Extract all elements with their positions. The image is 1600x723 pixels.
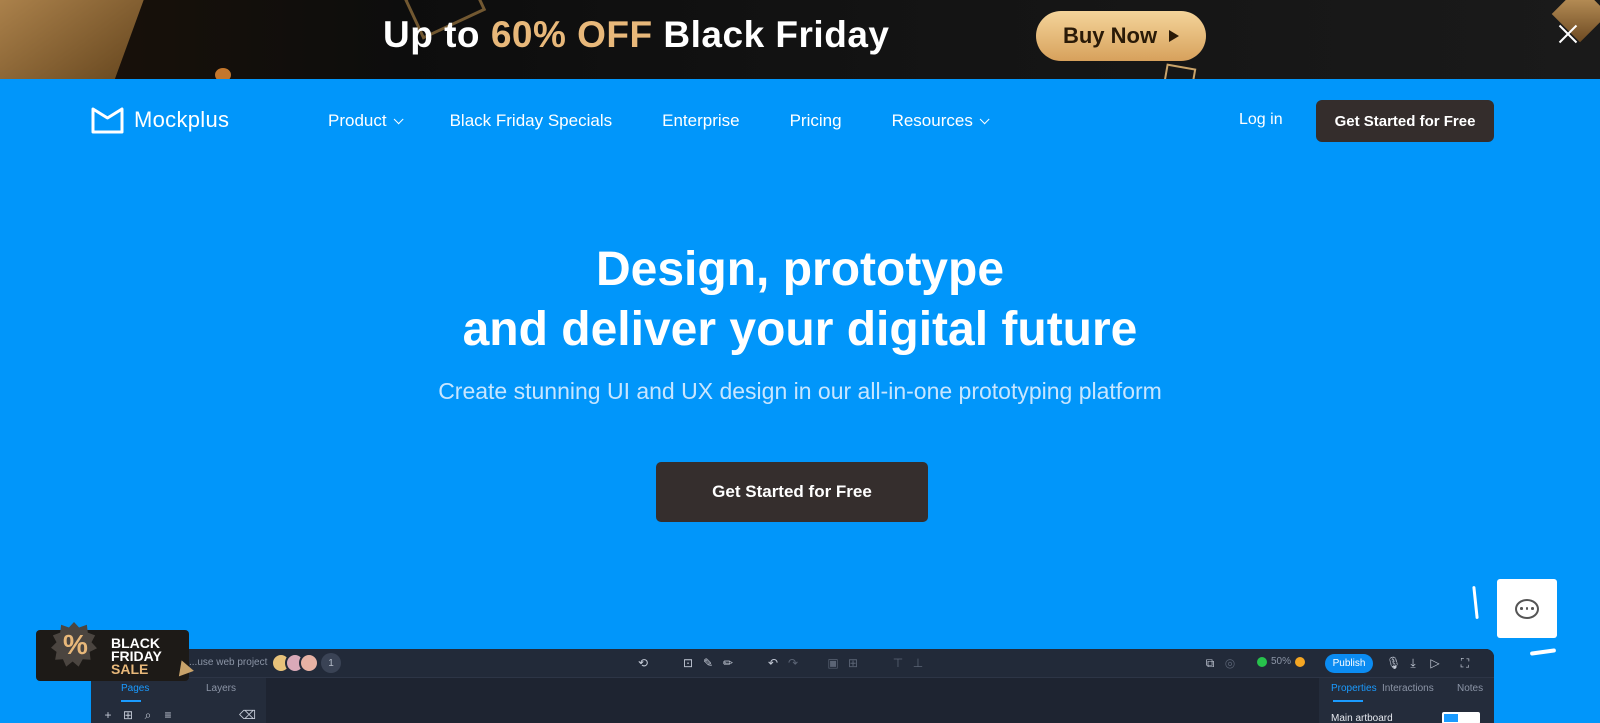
group-icon: ▣	[827, 656, 839, 670]
pen-icon: ✎	[702, 656, 714, 670]
editor-left-panel: Pages Layers + ⊞ ⌕ ≡ ⌫	[91, 678, 266, 723]
chat-icon	[1515, 598, 1539, 619]
nav-item-label: Black Friday Specials	[449, 111, 613, 130]
buy-now-label: Buy Now	[1062, 23, 1158, 48]
decorative-gold-shape	[0, 0, 148, 79]
delete-icon: ⌫	[239, 708, 256, 722]
decorative-line	[1529, 648, 1557, 656]
tab-layers: Layers	[206, 683, 237, 694]
logo[interactable]: Mockplus	[91, 105, 229, 135]
nav-item-product[interactable]: Product	[328, 111, 404, 131]
hero-title-line2: and deliver your digital future	[462, 303, 1138, 356]
promo-text-suffix: Black Friday	[652, 14, 890, 55]
nav-item-label: Pricing	[789, 111, 842, 130]
hero-subtitle: Create stunning UI and UX design in our …	[438, 378, 1162, 404]
decorative-line	[1472, 585, 1479, 620]
align-top-icon: ⊤	[892, 656, 904, 670]
percent-icon: %	[63, 629, 88, 660]
nav-item-label: Resources	[891, 111, 973, 130]
nav-item-enterprise[interactable]: Enterprise	[662, 111, 739, 131]
zoom-in-icon	[1295, 656, 1306, 667]
play-icon: ▷	[1430, 656, 1440, 670]
nav-get-started-button[interactable]: Get Started for Free	[1316, 100, 1494, 142]
main-nav: Mockplus Product Black Friday Specials E…	[0, 79, 1600, 164]
buy-now-button[interactable]: Buy Now	[1036, 11, 1206, 61]
publish-button: Publish	[1325, 654, 1373, 673]
avatar	[299, 653, 319, 673]
promo-banner[interactable]: Up to 60% OFF Black Friday Buy Now	[0, 0, 1600, 79]
nav-item-resources[interactable]: Resources	[891, 111, 990, 131]
nav-item-pricing[interactable]: Pricing	[790, 111, 842, 131]
promo-headline: Up to 60% OFF Black Friday	[383, 14, 889, 56]
artboard-toggle	[1442, 712, 1480, 723]
pencil-icon: ✏	[722, 656, 734, 670]
settings-icon: ◎	[1224, 656, 1236, 670]
hero-title: Design, prototype and deliver your digit…	[0, 240, 1600, 360]
add-folder-icon: ⊞	[122, 708, 134, 722]
collaborator-avatars: 1	[271, 653, 341, 673]
zoom-out-icon	[1257, 656, 1267, 667]
close-icon[interactable]	[1556, 22, 1580, 46]
decorative-gold-dot	[215, 68, 231, 79]
logo-text: Mockplus	[134, 107, 230, 132]
zoom-level: 50%	[1271, 656, 1292, 667]
tab-pages: Pages	[121, 683, 150, 694]
black-friday-sale-badge[interactable]: % BLACK FRIDAY SALE	[36, 622, 194, 681]
add-component-icon: ⊡	[682, 656, 694, 670]
chevron-down-icon	[393, 113, 404, 124]
promo-text-highlight: 60% OFF	[490, 14, 653, 55]
align-bottom-icon: ⊥	[912, 656, 924, 670]
zoom-control: 50%	[1257, 656, 1306, 667]
collaborator-count: 1	[321, 653, 341, 673]
nav-item-black-friday-specials[interactable]: Black Friday Specials	[450, 111, 613, 131]
editor-toolbar: ...use web project 1 ⟲ ⊡ ✎ ✏ ↶ ↷ ▣ ⊞ ⊤ ⊥…	[91, 649, 1494, 678]
redo-icon: ↷	[787, 656, 799, 670]
editor-right-panel: Properties Interactions Notes Main artbo…	[1319, 678, 1494, 723]
device-icon: ⧉	[1205, 656, 1215, 670]
play-icon	[1169, 30, 1180, 42]
tab-notes: Notes	[1457, 683, 1484, 694]
project-name: ...use web project	[189, 657, 268, 668]
artboard-label: Main artboard	[1331, 713, 1393, 723]
link-icon: ⟲	[637, 656, 649, 670]
hero-get-started-button[interactable]: Get Started for Free	[656, 462, 928, 522]
badge-text: BLACK FRIDAY SALE	[111, 636, 162, 677]
nav-item-label: Enterprise	[662, 111, 740, 130]
chevron-down-icon	[979, 113, 990, 124]
add-icon: +	[104, 708, 112, 722]
list-icon: ≡	[164, 708, 172, 722]
ungroup-icon: ⊞	[847, 656, 859, 670]
promo-text-prefix: Up to	[383, 14, 491, 55]
download-icon: ⤓	[1410, 656, 1416, 670]
fullscreen-icon: ⛶	[1460, 656, 1470, 670]
active-tab-indicator	[121, 700, 141, 702]
hero-title-line1: Design, prototype	[595, 243, 1005, 296]
undo-icon: ↶	[767, 656, 779, 670]
tab-interactions: Interactions	[1382, 683, 1434, 694]
nav-item-label: Product	[328, 111, 387, 130]
chat-button[interactable]	[1497, 579, 1557, 638]
decorative-triangle	[1163, 63, 1197, 79]
tab-properties: Properties	[1331, 683, 1377, 694]
active-tab-indicator	[1333, 700, 1363, 702]
login-link[interactable]: Log in	[1239, 111, 1283, 129]
nav-links: Product Black Friday Specials Enterprise…	[328, 111, 990, 131]
microphone-icon: 🎙	[1386, 656, 1402, 670]
mockplus-logo-icon	[91, 107, 124, 134]
search-icon: ⌕	[144, 708, 152, 722]
editor-preview: ...use web project 1 ⟲ ⊡ ✎ ✏ ↶ ↷ ▣ ⊞ ⊤ ⊥…	[91, 649, 1494, 723]
badge-line3: SALE	[111, 661, 149, 677]
